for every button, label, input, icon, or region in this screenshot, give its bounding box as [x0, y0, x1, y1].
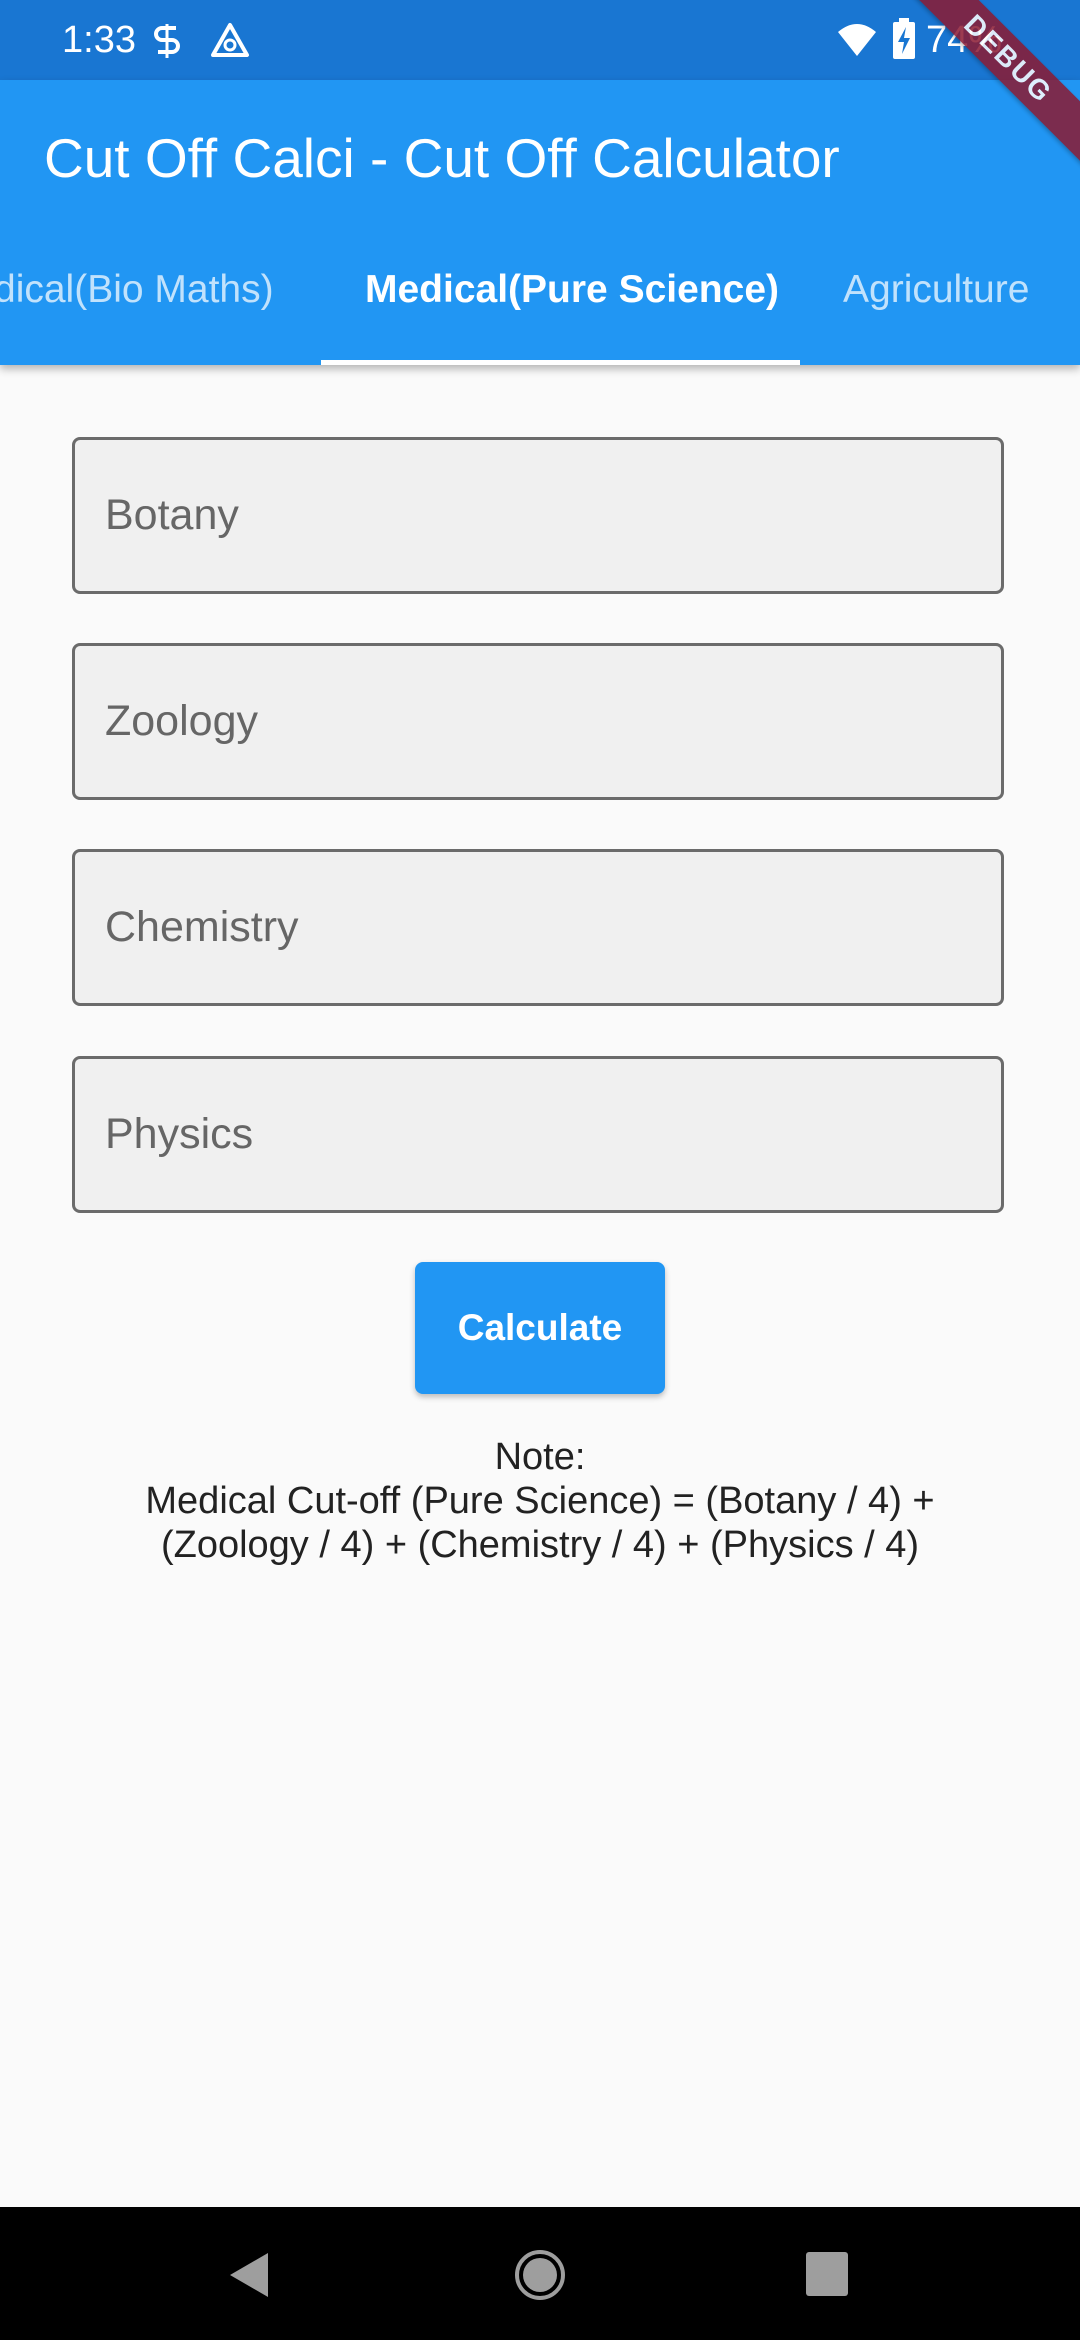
- app-title: Cut Off Calci - Cut Off Calculator: [44, 127, 840, 189]
- navigation-bar: [0, 2207, 1080, 2340]
- back-icon[interactable]: [228, 2251, 270, 2304]
- note-heading: Note:: [494, 1436, 586, 1478]
- battery-charging-icon: [892, 18, 916, 65]
- chemistry-input[interactable]: [105, 852, 965, 1003]
- tab-medical-bio-maths[interactable]: dical(Bio Maths): [0, 270, 274, 355]
- zoology-input[interactable]: [105, 646, 965, 797]
- calculate-button[interactable]: Calculate: [415, 1262, 665, 1394]
- formula-note: Note: Medical Cut-off (Pure Science) = (…: [100, 1435, 980, 1567]
- status-bar: 1:33 74%: [0, 0, 1080, 80]
- home-icon[interactable]: [514, 2249, 566, 2306]
- tab-medical-pure-science[interactable]: Medical(Pure Science): [365, 270, 779, 355]
- note-line: Medical Cut-off (Pure Science) = (Botany…: [145, 1480, 935, 1522]
- sim-icon: [152, 22, 182, 65]
- note-line: (Zoology / 4) + (Chemistry / 4) + (Physi…: [160, 1524, 920, 1566]
- botany-field[interactable]: [72, 437, 1004, 594]
- botany-input[interactable]: [105, 440, 965, 591]
- tab-agriculture[interactable]: Agriculture: [843, 270, 1029, 355]
- recents-icon[interactable]: [806, 2252, 848, 2301]
- wifi-icon: [836, 22, 878, 63]
- zoology-field[interactable]: [72, 643, 1004, 800]
- alert-triangle-icon: [210, 22, 250, 63]
- physics-input[interactable]: [105, 1059, 965, 1210]
- chemistry-field[interactable]: [72, 849, 1004, 1006]
- tab-label: dical(Bio Maths): [0, 268, 274, 311]
- app-bar: Cut Off Calci - Cut Off Calculator dical…: [0, 80, 1080, 365]
- status-time: 1:33: [62, 19, 136, 61]
- screen: 1:33 74% Cut O: [0, 0, 1080, 2340]
- tab-indicator: [321, 360, 800, 365]
- physics-field[interactable]: [72, 1056, 1004, 1213]
- tab-label: Agriculture: [843, 268, 1030, 311]
- tab-label: Medical(Pure Science): [365, 268, 779, 311]
